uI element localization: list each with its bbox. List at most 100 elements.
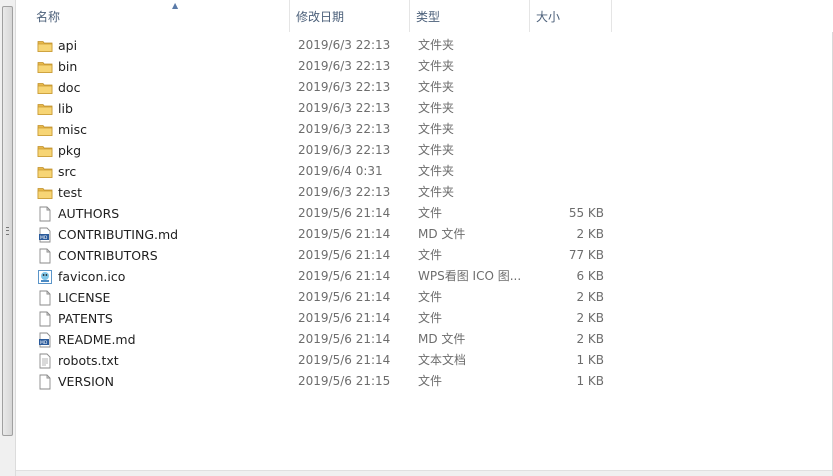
file-explorer-window: 名称 ▲ 修改日期 类型 大小 api 2019/6/3 22:13 文件夹 bin 2… xyxy=(0,0,833,476)
file-date: 2019/5/6 21:14 xyxy=(298,269,391,283)
file-row[interactable]: misc 2019/6/3 22:13 文件夹 xyxy=(16,119,833,140)
file-icon xyxy=(37,290,53,306)
file-type: WPS看图 ICO 图... xyxy=(418,269,522,283)
file-row[interactable]: MD README.md 2019/5/6 21:14 MD 文件 2 KB xyxy=(16,329,833,350)
scrollbar-thumb[interactable] xyxy=(2,6,13,436)
column-header-type[interactable]: 类型 xyxy=(410,0,530,32)
file-icon xyxy=(37,248,53,264)
column-header-name[interactable]: 名称 ▲ xyxy=(30,0,290,32)
column-header-type-label: 类型 xyxy=(416,10,441,24)
bottom-border xyxy=(16,470,832,476)
folder-icon xyxy=(37,80,53,96)
file-name: test xyxy=(58,185,83,200)
file-date: 2019/5/6 21:15 xyxy=(298,374,391,388)
file-row[interactable]: pkg 2019/6/3 22:13 文件夹 xyxy=(16,140,833,161)
file-row[interactable]: LICENSE 2019/5/6 21:14 文件 2 KB xyxy=(16,287,833,308)
file-name: VERSION xyxy=(58,374,114,389)
file-size: 2 KB xyxy=(576,290,604,304)
file-date: 2019/6/3 22:13 xyxy=(298,122,391,136)
file-row[interactable]: lib 2019/6/3 22:13 文件夹 xyxy=(16,98,833,119)
file-date: 2019/6/3 22:13 xyxy=(298,80,391,94)
file-row[interactable]: src 2019/6/4 0:31 文件夹 xyxy=(16,161,833,182)
file-size: 1 KB xyxy=(576,353,604,367)
file-date: 2019/5/6 21:14 xyxy=(298,353,391,367)
file-type: MD 文件 xyxy=(418,332,466,346)
folder-icon xyxy=(37,164,53,180)
file-date: 2019/5/6 21:14 xyxy=(298,227,391,241)
file-type: 文件夹 xyxy=(418,185,455,199)
file-date: 2019/6/3 22:13 xyxy=(298,59,391,73)
folder-icon xyxy=(37,101,53,117)
file-icon xyxy=(37,374,53,390)
file-date: 2019/5/6 21:14 xyxy=(298,332,391,346)
file-date: 2019/6/3 22:13 xyxy=(298,38,391,52)
file-date: 2019/6/3 22:13 xyxy=(298,185,391,199)
file-date: 2019/5/6 21:14 xyxy=(298,290,391,304)
file-name: lib xyxy=(58,101,73,116)
folder-icon xyxy=(37,143,53,159)
file-size: 6 KB xyxy=(576,269,604,283)
file-size: 77 KB xyxy=(568,248,604,262)
file-type: 文件 xyxy=(418,311,443,325)
file-type: 文件 xyxy=(418,374,443,388)
file-type: 文件夹 xyxy=(418,101,455,115)
file-row[interactable]: MD CONTRIBUTING.md 2019/5/6 21:14 MD 文件 2 KB xyxy=(16,224,833,245)
column-header-date[interactable]: 修改日期 xyxy=(290,0,410,32)
svg-text:MD: MD xyxy=(40,235,48,241)
file-size: 2 KB xyxy=(576,227,604,241)
file-date: 2019/6/3 22:13 xyxy=(298,101,391,115)
file-name: CONTRIBUTING.md xyxy=(58,227,179,242)
file-name: LICENSE xyxy=(58,290,111,305)
file-type: 文件夹 xyxy=(418,38,455,52)
file-date: 2019/5/6 21:14 xyxy=(298,311,391,325)
folder-icon xyxy=(37,38,53,54)
file-name: pkg xyxy=(58,143,82,158)
file-row[interactable]: VERSION 2019/5/6 21:15 文件 1 KB xyxy=(16,371,833,392)
markdown-file-icon: MD xyxy=(37,332,53,348)
file-row[interactable]: CONTRIBUTORS 2019/5/6 21:14 文件 77 KB xyxy=(16,245,833,266)
file-row[interactable]: test 2019/6/3 22:13 文件夹 xyxy=(16,182,833,203)
column-header-size-label: 大小 xyxy=(536,10,561,24)
folder-icon xyxy=(37,185,53,201)
file-type: 文件夹 xyxy=(418,59,455,73)
column-header-name-label: 名称 xyxy=(36,10,61,24)
file-type: 文件 xyxy=(418,248,443,262)
file-type: 文件 xyxy=(418,206,443,220)
file-name: PATENTS xyxy=(58,311,113,326)
svg-text:MD: MD xyxy=(40,340,48,346)
file-size: 2 KB xyxy=(576,332,604,346)
file-date: 2019/5/6 21:14 xyxy=(298,248,391,262)
file-type: 文件 xyxy=(418,290,443,304)
file-icon xyxy=(37,311,53,327)
file-name: misc xyxy=(58,122,88,137)
file-list: api 2019/6/3 22:13 文件夹 bin 2019/6/3 22:13 文件夹… xyxy=(16,35,833,392)
file-row[interactable]: bin 2019/6/3 22:13 文件夹 xyxy=(16,56,833,77)
file-row[interactable]: api 2019/6/3 22:13 文件夹 xyxy=(16,35,833,56)
column-header-size[interactable]: 大小 xyxy=(530,0,612,32)
file-row[interactable]: PATENTS 2019/5/6 21:14 文件 2 KB xyxy=(16,308,833,329)
file-name: doc xyxy=(58,80,81,95)
file-name: AUTHORS xyxy=(58,206,120,221)
text-file-icon xyxy=(37,353,53,369)
file-name: bin xyxy=(58,59,78,74)
file-row[interactable]: AUTHORS 2019/5/6 21:14 文件 55 KB xyxy=(16,203,833,224)
file-name: CONTRIBUTORS xyxy=(58,248,158,263)
scrollbar-grip-icon xyxy=(6,227,9,235)
file-type: 文件夹 xyxy=(418,143,455,157)
file-row[interactable]: favicon.ico 2019/5/6 21:14 WPS看图 ICO 图... 6… xyxy=(16,266,833,287)
file-name: robots.txt xyxy=(58,353,119,368)
file-type: 文件夹 xyxy=(418,164,455,178)
file-type: 文件夹 xyxy=(418,80,455,94)
file-icon xyxy=(37,206,53,222)
file-row[interactable]: doc 2019/6/3 22:13 文件夹 xyxy=(16,77,833,98)
image-file-icon xyxy=(37,269,53,285)
column-header-date-label: 修改日期 xyxy=(296,10,345,24)
file-name: api xyxy=(58,38,78,53)
vertical-scrollbar[interactable] xyxy=(0,0,16,476)
file-date: 2019/6/4 0:31 xyxy=(298,164,383,178)
sort-ascending-icon: ▲ xyxy=(172,1,179,10)
file-name: src xyxy=(58,164,77,179)
file-row[interactable]: robots.txt 2019/5/6 21:14 文本文档 1 KB xyxy=(16,350,833,371)
file-name: README.md xyxy=(58,332,136,347)
file-name: favicon.ico xyxy=(58,269,126,284)
